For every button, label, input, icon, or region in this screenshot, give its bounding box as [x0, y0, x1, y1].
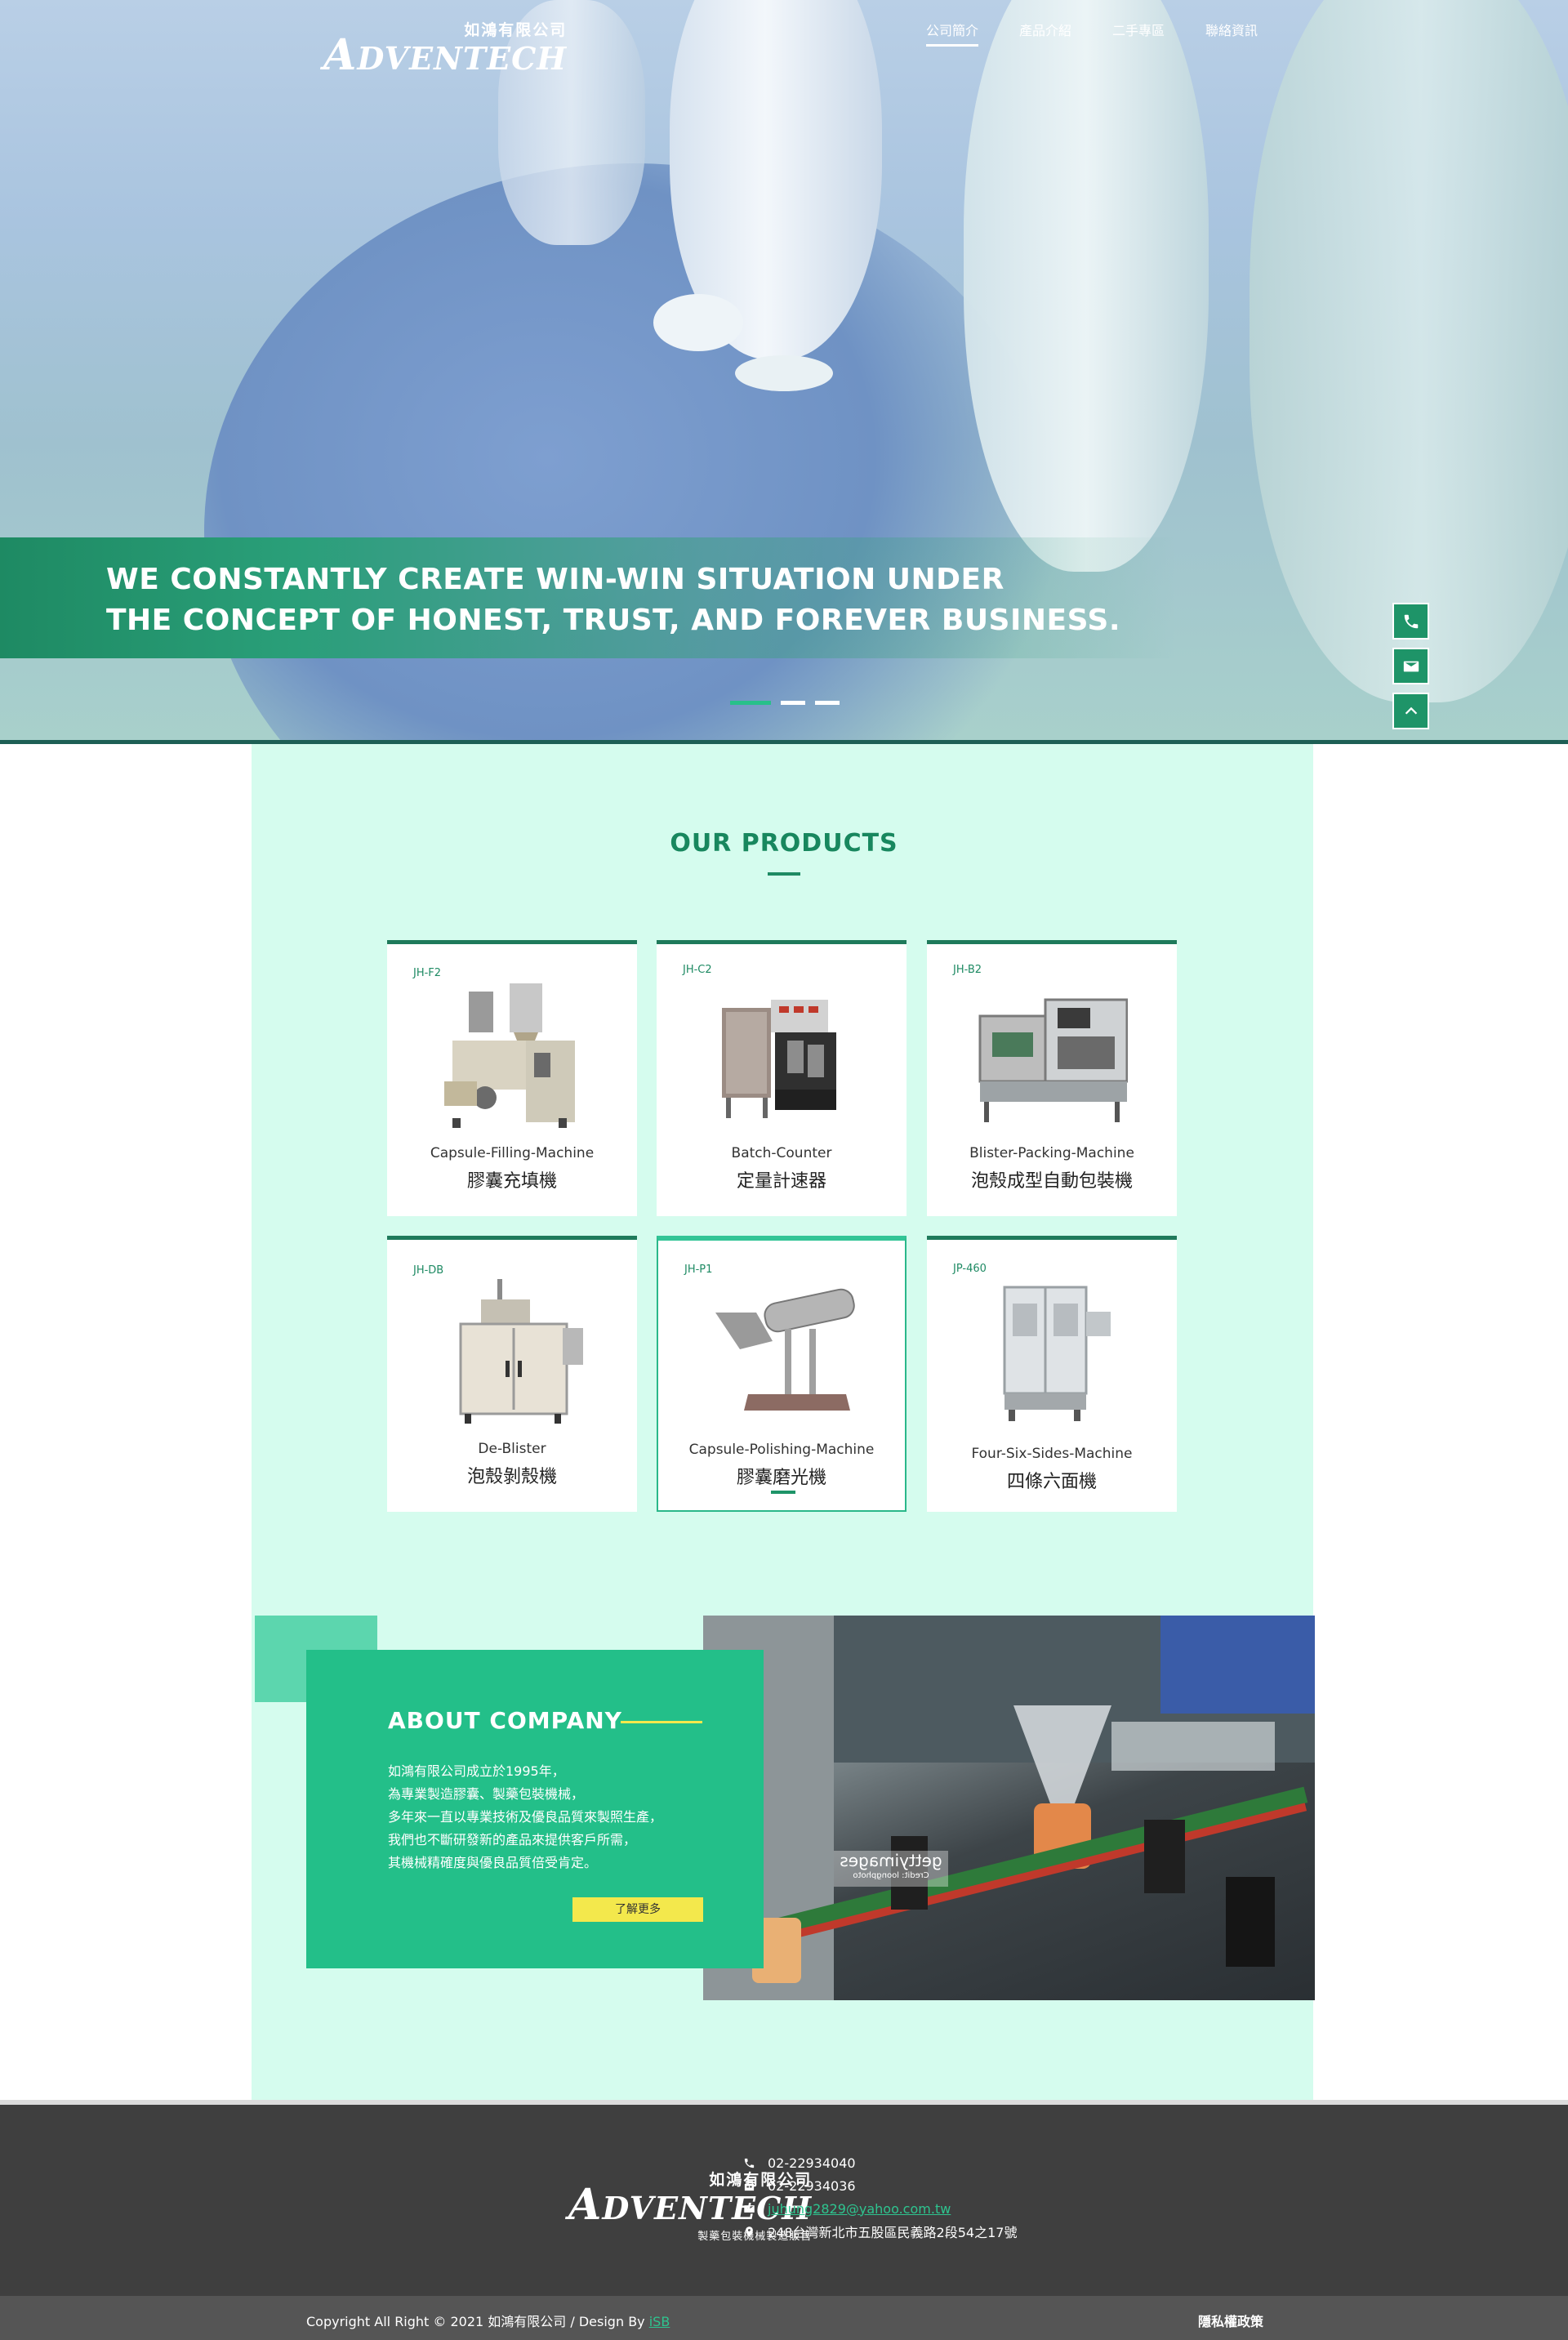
product-code: JH-C2	[683, 964, 712, 976]
product-name-en: De-Blister	[478, 1441, 546, 1457]
product-name-zh: 泡殼剝殼機	[466, 1467, 557, 1487]
contact-phone[interactable]: 02-22934040	[742, 2151, 1017, 2174]
about-description: 如鴻有限公司成立於1995年， 為專業製造膠囊、製藥包裝機械， 多年來一直以專業…	[388, 1760, 662, 1874]
product-card[interactable]: JP-460 Four-Six-Sides-Machine 四條六面機	[927, 1236, 1177, 1512]
floating-actions	[1392, 603, 1429, 729]
learn-more-button[interactable]: 了解更多	[572, 1897, 703, 1922]
hero-bg-shape	[735, 355, 833, 391]
product-code: JH-F2	[413, 967, 442, 979]
product-card[interactable]: JH-B2 Blister-Packing-Machine 泡殼成型自動包裝機	[927, 940, 1177, 1216]
capsule-filling-machine-image	[444, 983, 575, 1128]
about-card: ABOUT COMPANY 如鴻有限公司成立於1995年， 為專業製造膠囊、製藥…	[306, 1650, 764, 1968]
product-name-zh: 定量計速器	[736, 1171, 826, 1192]
capsule-polishing-machine-image	[715, 1288, 855, 1411]
product-name-en: Capsule-Filling-Machine	[430, 1145, 595, 1161]
chevron-up-icon[interactable]	[1392, 693, 1429, 729]
about-line: 為專業製造膠囊、製藥包裝機械，	[388, 1786, 585, 1802]
slider-dot-1[interactable]	[730, 701, 771, 705]
product-name-zh: 膠囊充填機	[466, 1171, 557, 1192]
logo-zh: 如鴻有限公司	[464, 21, 568, 39]
about-title: ABOUT COMPANY	[388, 1707, 622, 1734]
blister-packing-machine-image	[978, 998, 1128, 1122]
products-title: OUR PRODUCTS	[670, 829, 898, 858]
nav-item-used[interactable]: 二手專區	[1112, 20, 1165, 47]
fax-icon	[742, 2178, 756, 2193]
about-line: 如鴻有限公司成立於1995年，	[388, 1763, 565, 1779]
designer-link[interactable]: iSB	[649, 2314, 670, 2329]
logo-en-initial: A	[323, 30, 358, 80]
about-line: 多年來一直以專業技術及優良品質來製照生產，	[388, 1809, 663, 1825]
product-code: JH-B2	[953, 964, 982, 976]
product-code: JP-460	[953, 1263, 987, 1275]
main-nav: 公司簡介 產品介紹 二手專區 聯絡資訊	[926, 20, 1298, 47]
copyright-text: Copyright All Right © 2021 如鴻有限公司 / Desi…	[306, 2314, 670, 2329]
hover-indicator	[771, 1491, 795, 1494]
phone-icon	[742, 2155, 756, 2170]
about-line: 我們也不斷研發新的產品來提供客戶所需，	[388, 1832, 637, 1847]
privacy-policy-link[interactable]: 隱私權政策	[1198, 2311, 1263, 2330]
product-code: JH-DB	[413, 1264, 444, 1277]
copyright-bar: Copyright All Right © 2021 如鴻有限公司 / Desi…	[0, 2296, 1568, 2340]
hero-bg-shape	[1250, 0, 1568, 702]
factory-production-line-image: gettyimages Credit: loongphoto	[703, 1616, 1315, 2000]
site-logo[interactable]: 如鴻有限公司 ADVENTECH	[323, 18, 568, 77]
mail-icon[interactable]	[1392, 648, 1429, 684]
product-card[interactable]: JH-C2 Batch-Counter 定量計速器	[657, 940, 906, 1216]
product-name-zh: 泡殼成型自動包裝機	[970, 1171, 1133, 1192]
de-blister-image	[459, 1279, 583, 1424]
product-name-en: Batch-Counter	[731, 1145, 832, 1161]
nav-item-about[interactable]: 公司簡介	[926, 20, 979, 47]
contact-address: 248台灣新北市五股區民義路2段54之17號	[742, 2220, 1017, 2243]
title-underline	[768, 872, 800, 876]
contact-fax: 02-22934036	[742, 2174, 1017, 2197]
slider-dot-2[interactable]	[781, 701, 805, 705]
location-pin-icon	[742, 2224, 756, 2239]
mail-icon	[742, 2201, 756, 2216]
hero-slogan: WE CONSTANTLY CREATE WIN-WIN SITUATION U…	[106, 559, 1120, 641]
nav-item-contact[interactable]: 聯絡資訊	[1205, 20, 1258, 47]
watermark: gettyimages Credit: loongphoto	[834, 1851, 948, 1887]
contact-info: 02-22934040 02-22934036 juhung2829@yahoo…	[742, 2151, 1017, 2243]
product-name-en: Capsule-Polishing-Machine	[688, 1442, 875, 1458]
about-line: 其機械精確度與優良品質倍受肯定。	[388, 1855, 598, 1870]
nav-item-products[interactable]: 產品介紹	[1019, 20, 1071, 47]
about-title-line	[621, 1721, 702, 1723]
product-name-zh: 膠囊磨光機	[736, 1468, 826, 1488]
product-card[interactable]: JH-DB De-Blister 泡殼剝殼機	[387, 1236, 637, 1512]
logo-en: ADVENTECH	[323, 34, 568, 77]
product-card[interactable]: JH-P1 Capsule-Polishing-Machine 膠囊磨光機	[657, 1236, 906, 1512]
product-name-zh: 四條六面機	[1006, 1472, 1097, 1492]
email-link[interactable]: juhung2829@yahoo.com.tw	[768, 2201, 951, 2217]
batch-counter-image	[722, 1000, 836, 1118]
product-code: JH-P1	[684, 1264, 713, 1276]
slider-dot-3[interactable]	[815, 701, 840, 705]
hero-slogan-line2: THE CONCEPT OF HONEST, TRUST, AND FOREVE…	[106, 604, 1121, 637]
slider-dots	[730, 701, 840, 705]
product-name-en: Four-Six-Sides-Machine	[971, 1446, 1133, 1462]
contact-email[interactable]: juhung2829@yahoo.com.tw	[742, 2197, 1017, 2220]
product-name-en: Blister-Packing-Machine	[969, 1145, 1134, 1161]
logo-en-rest: DVENTECH	[357, 40, 568, 77]
phone-icon[interactable]	[1392, 603, 1429, 640]
product-card[interactable]: JH-F2 Capsule-Filling-Machine 膠囊充填機	[387, 940, 637, 1216]
hero-bg-shape	[653, 294, 743, 351]
hero-bg-shape	[964, 0, 1209, 572]
four-six-sides-machine-image	[1003, 1286, 1111, 1421]
production-line-illustration	[703, 1616, 1315, 2000]
hero-slogan-line1: WE CONSTANTLY CREATE WIN-WIN SITUATION U…	[106, 563, 1004, 596]
